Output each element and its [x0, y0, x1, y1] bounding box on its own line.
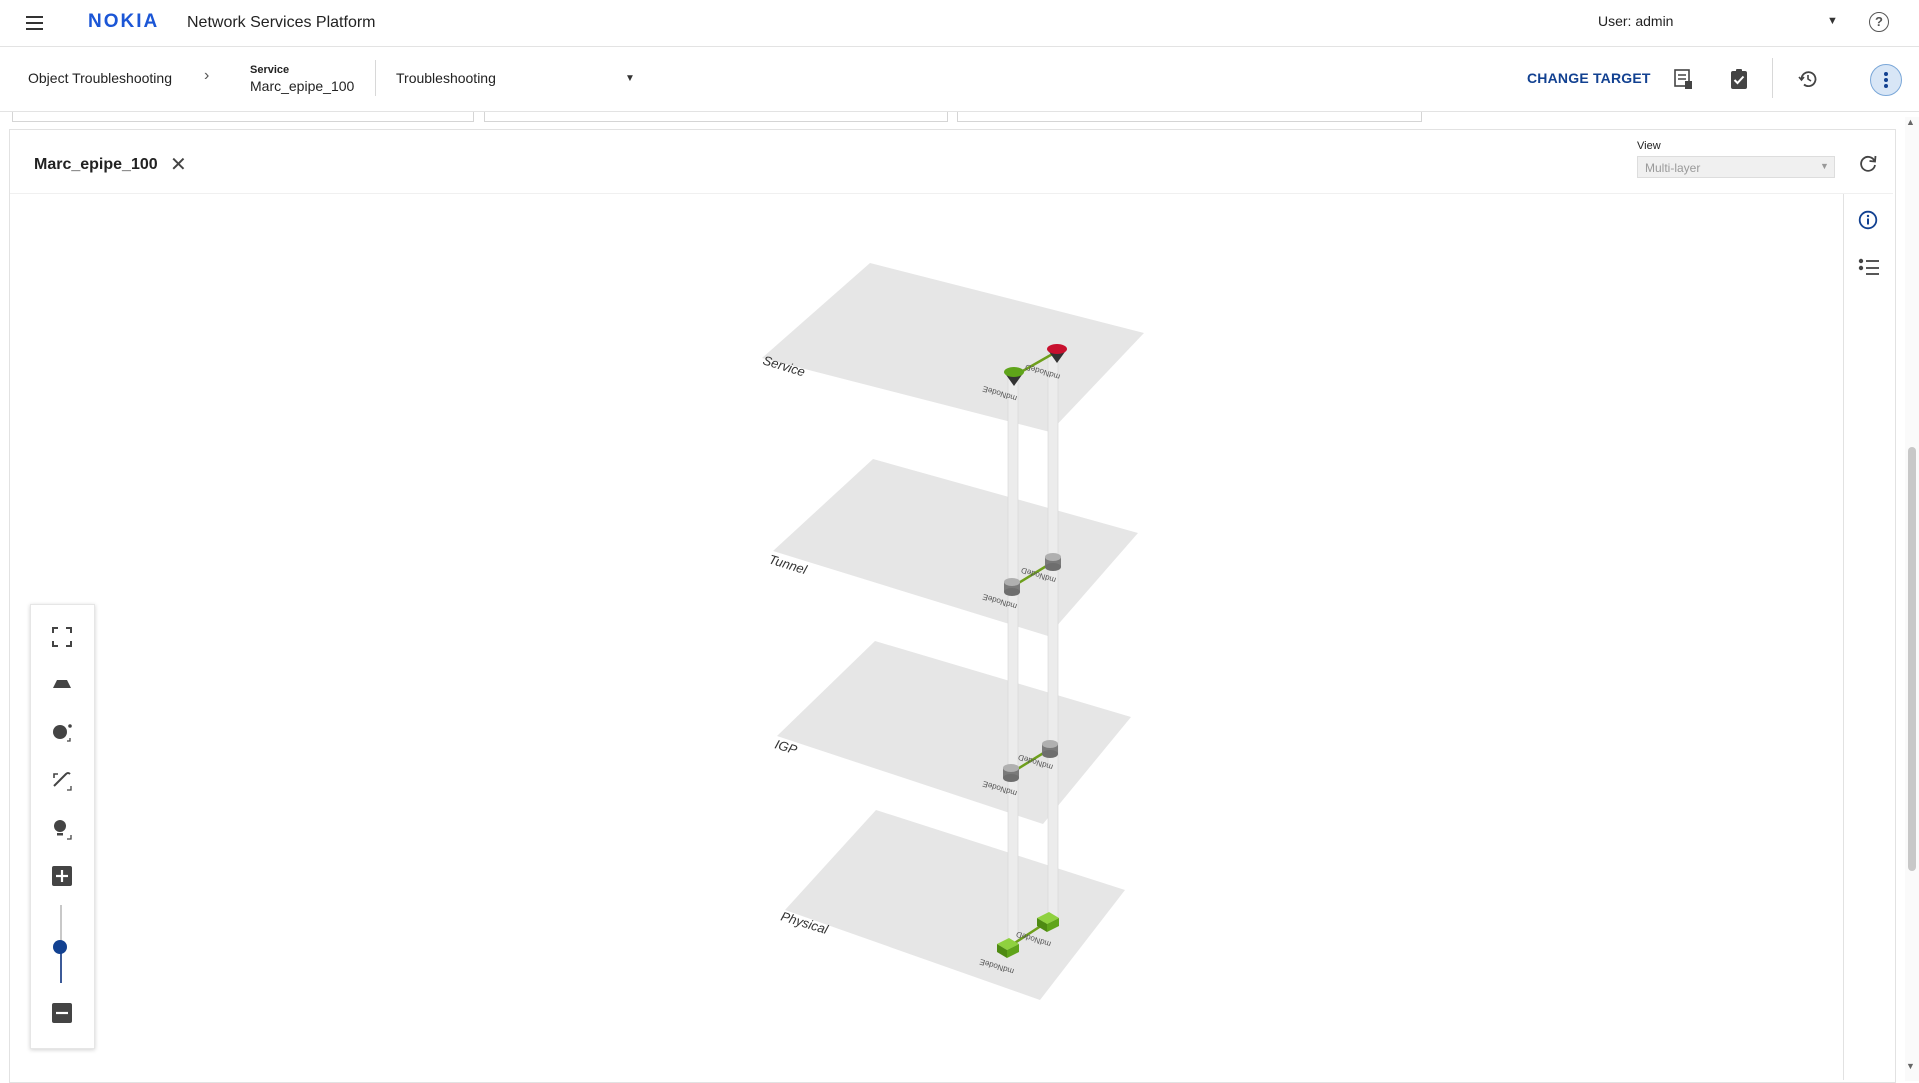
chevron-down-icon[interactable]: ▼ — [1827, 15, 1838, 27]
list-icon[interactable] — [1858, 257, 1880, 277]
object-kind-label: Service — [250, 64, 290, 76]
divider — [375, 60, 376, 96]
breadcrumb-root[interactable]: Object Troubleshooting — [28, 70, 172, 86]
nokia-logo: NOKIA — [88, 11, 160, 32]
scroll-down-icon[interactable]: ▼ — [1906, 1061, 1915, 1071]
scrollbar-thumb[interactable] — [1908, 447, 1916, 871]
history-icon[interactable] — [1797, 68, 1819, 90]
igp-router-node-d[interactable] — [1042, 740, 1058, 758]
perspective-icon[interactable] — [48, 670, 76, 698]
chevron-down-icon[interactable]: ▼ — [625, 73, 635, 84]
node-size-icon[interactable] — [48, 718, 76, 746]
fullscreen-icon[interactable] — [48, 623, 76, 651]
multilayer-topology[interactable]: Service Tunnel IGP Physical mdNodeE mdNo… — [740, 255, 1160, 1010]
side-rail — [1843, 194, 1894, 1080]
panel-title: Marc_epipe_100 — [34, 156, 158, 173]
igp-router-node-e[interactable] — [1003, 764, 1019, 782]
layer-tunnel[interactable] — [773, 459, 1138, 636]
report-icon[interactable] — [1672, 68, 1694, 90]
layer-service[interactable] — [762, 263, 1144, 432]
clipboard-check-icon[interactable] — [1728, 68, 1750, 90]
inter-layer-pillars — [1007, 352, 1059, 949]
scroll-up-icon[interactable]: ▲ — [1906, 117, 1915, 127]
card-strip — [12, 112, 474, 122]
view-select[interactable]: Multi-layer — [1637, 156, 1835, 178]
tunnel-router-node-e[interactable] — [1004, 578, 1020, 596]
user-menu[interactable]: User: admin — [1598, 13, 1673, 29]
mode-select[interactable]: Troubleshooting — [396, 70, 496, 86]
card-strip — [957, 112, 1422, 122]
layer-physical[interactable] — [785, 810, 1125, 1000]
hamburger-icon[interactable] — [24, 12, 46, 34]
tunnel-router-node-d[interactable] — [1045, 553, 1061, 571]
divider — [1772, 58, 1773, 98]
object-name[interactable]: Marc_epipe_100 — [250, 78, 354, 94]
refresh-icon[interactable] — [1857, 152, 1879, 174]
layer-igp[interactable] — [777, 641, 1131, 824]
app-title: Network Services Platform — [187, 14, 376, 31]
more-vertical-icon[interactable] — [1870, 64, 1902, 96]
close-icon[interactable]: ✕ — [170, 152, 187, 177]
label-toggle-icon[interactable] — [48, 815, 76, 843]
zoom-slider-handle[interactable] — [53, 940, 67, 954]
divider — [10, 193, 1893, 194]
zoom-in-icon[interactable] — [48, 862, 76, 890]
link-width-icon[interactable] — [48, 766, 76, 794]
info-icon[interactable] — [1858, 210, 1878, 230]
zoom-out-icon[interactable] — [48, 999, 76, 1027]
chevron-right-icon: › — [204, 67, 210, 84]
chevron-down-icon[interactable]: ▼ — [1820, 161, 1829, 171]
view-label: View — [1637, 140, 1661, 152]
help-circle-icon[interactable]: ? — [1869, 12, 1889, 32]
change-target-button[interactable]: CHANGE TARGET — [1527, 70, 1651, 86]
card-strip — [484, 112, 948, 122]
